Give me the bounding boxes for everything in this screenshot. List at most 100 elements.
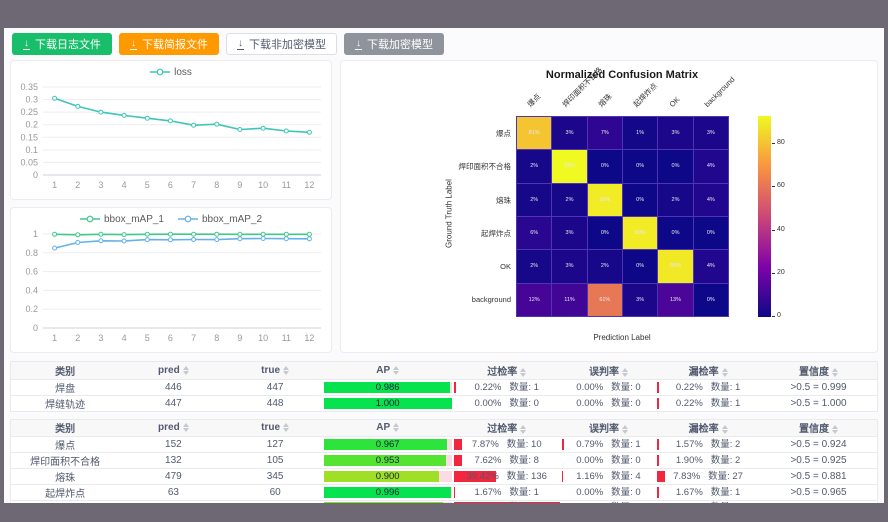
sort-caret[interactable]: [183, 366, 189, 375]
download-encrypted-model-button[interactable]: ↓ 下载加密模型: [344, 33, 444, 55]
matrix-row-label: 起焊炸点: [399, 228, 511, 239]
colorbar-tick-label: 20: [777, 269, 785, 276]
miss-detect-cell: 7.83% 数量: 27: [657, 471, 759, 482]
matrix-cell: 0%: [623, 150, 657, 182]
svg-text:1: 1: [52, 333, 57, 343]
class-name: 焊缝轨迹: [11, 395, 119, 411]
sort-caret[interactable]: [622, 368, 628, 377]
button-label: 下载简报文件: [142, 36, 208, 52]
misjudge-cell: 0.00% 数量: 0: [562, 455, 655, 466]
matrix-cell: 0%: [694, 284, 728, 316]
column-header[interactable]: 过检率: [453, 362, 561, 379]
sort-caret[interactable]: [393, 423, 399, 432]
button-label: 下载非加密模型: [249, 36, 326, 52]
matrix-cell: 2%: [517, 150, 551, 182]
svg-text:3: 3: [98, 180, 103, 190]
sort-caret[interactable]: [622, 425, 628, 434]
pred-count: 479: [119, 469, 227, 485]
matrix-cell: 2%: [552, 184, 586, 216]
colorbar-tick-label: 80: [777, 139, 785, 146]
matrix-cell: 4%: [694, 184, 728, 216]
svg-text:0.05: 0.05: [20, 157, 38, 167]
sort-caret[interactable]: [722, 425, 728, 434]
matrix-cell: 0%: [658, 150, 692, 182]
map-chart-legend: bbox_mAP_1 bbox_mAP_2: [11, 208, 331, 226]
column-header[interactable]: pred: [119, 362, 227, 379]
sort-caret[interactable]: [183, 423, 189, 432]
column-header[interactable]: true: [228, 420, 323, 437]
svg-text:10: 10: [258, 333, 268, 343]
sort-caret[interactable]: [520, 425, 526, 434]
column-header[interactable]: AP: [323, 420, 453, 437]
matrix-cell: 11%: [552, 284, 586, 316]
matrix-cell: 0%: [623, 184, 657, 216]
matrix-cell: 7%: [588, 117, 622, 149]
svg-text:6: 6: [168, 180, 173, 190]
matrix-col-label: OK: [666, 93, 684, 111]
sort-caret[interactable]: [393, 366, 399, 375]
matrix-col-label: 爆点: [524, 90, 545, 111]
legend-item-bbox_mAP_2[interactable]: bbox_mAP_2: [178, 214, 262, 225]
matrix-cell: 89%: [658, 250, 692, 282]
column-header[interactable]: pred: [119, 420, 227, 437]
class-name: 起焊炸点: [11, 485, 119, 501]
column-header[interactable]: AP: [323, 362, 453, 379]
pred-count: 117: [119, 501, 227, 504]
column-header[interactable]: 置信度: [760, 362, 877, 379]
over-detect-cell: 1.67% 数量: 1: [454, 487, 560, 498]
matrix-xlabel: Prediction Label: [446, 333, 798, 342]
svg-text:1: 1: [52, 180, 57, 190]
colorbar-tick: [772, 273, 775, 274]
svg-text:5: 5: [145, 333, 150, 343]
column-header[interactable]: 漏检率: [656, 362, 760, 379]
sort-caret[interactable]: [283, 366, 289, 375]
sort-caret[interactable]: [832, 425, 838, 434]
ap-cell: 0.996: [324, 487, 452, 498]
matrix-cell: 12%: [517, 284, 551, 316]
legend-item-bbox_mAP_1[interactable]: bbox_mAP_1: [80, 214, 164, 225]
over-detect-cell: 0.22% 数量: 1: [454, 382, 560, 393]
legend-label: loss: [174, 67, 192, 78]
over-detect-cell: 7.87% 数量: 10: [454, 439, 560, 450]
svg-text:4: 4: [122, 333, 127, 343]
column-header[interactable]: 过检率: [453, 420, 561, 437]
matrix-row-label: 熔珠: [399, 195, 511, 206]
legend-label: bbox_mAP_2: [202, 214, 262, 225]
sort-caret[interactable]: [832, 368, 838, 377]
column-header[interactable]: 误判率: [561, 362, 656, 379]
confidence: >0.5 = 1.000: [760, 395, 877, 411]
colorbar-tick-label: 40: [777, 226, 785, 233]
defect-metrics-table: 类别predtrueAP过检率误判率漏检率置信度爆点1521270.9677.8…: [10, 419, 878, 504]
column-header[interactable]: 置信度: [760, 420, 877, 437]
matrix-cell: 3%: [552, 117, 586, 149]
svg-text:0: 0: [33, 323, 38, 333]
svg-text:8: 8: [214, 333, 219, 343]
download-report-button[interactable]: ↓ 下载简报文件: [119, 33, 219, 55]
column-header: 类别: [11, 420, 119, 437]
svg-text:0: 0: [33, 170, 38, 180]
confidence: >0.5 = 0.924: [760, 437, 877, 453]
column-header[interactable]: 误判率: [561, 420, 656, 437]
svg-text:12: 12: [304, 180, 314, 190]
svg-text:0.15: 0.15: [20, 132, 38, 142]
svg-text:0.25: 0.25: [20, 107, 38, 117]
svg-text:11: 11: [282, 333, 291, 343]
sort-caret[interactable]: [722, 368, 728, 377]
column-header[interactable]: 漏检率: [656, 420, 760, 437]
matrix-cell: 3%: [658, 117, 692, 149]
confusion-matrix-card: Normalized Confusion MatrixGround Truth …: [340, 60, 878, 353]
over-detect-cell: 7.62% 数量: 8: [454, 455, 560, 466]
colorbar-tick-label: 60: [777, 182, 785, 189]
matrix-cell: 0%: [588, 150, 622, 182]
loss-chart: 00.050.10.150.20.250.30.3512345678910111…: [11, 79, 331, 191]
download-icon: ↓: [355, 39, 362, 50]
download-unencrypted-model-button[interactable]: ↓ 下载非加密模型: [226, 33, 337, 55]
column-header[interactable]: true: [228, 362, 323, 379]
matrix-cell: 1%: [623, 117, 657, 149]
sort-caret[interactable]: [520, 368, 526, 377]
download-log-button[interactable]: ↓ 下载日志文件: [12, 33, 112, 55]
legend-item-loss[interactable]: loss: [150, 67, 192, 78]
sort-caret[interactable]: [283, 423, 289, 432]
svg-text:2: 2: [75, 180, 80, 190]
colorbar-tick: [772, 186, 775, 187]
